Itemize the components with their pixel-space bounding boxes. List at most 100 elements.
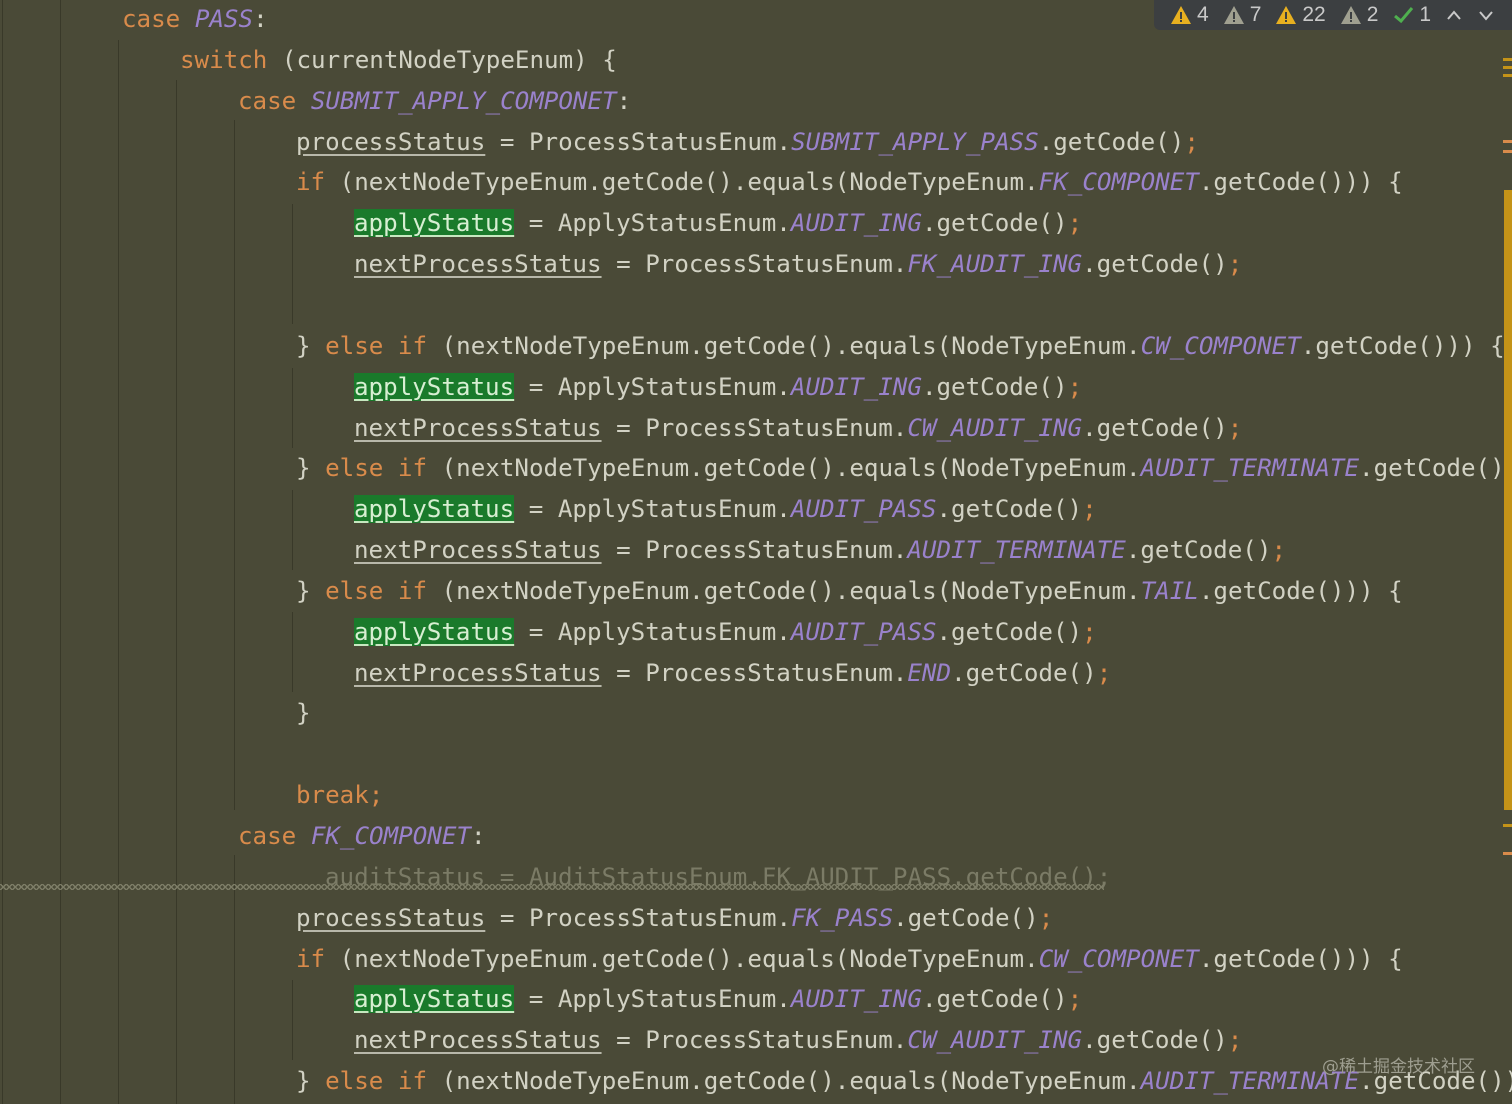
code-token: SUBMIT_APPLY_COMPONET — [310, 86, 617, 115]
code-token: = ApplyStatusEnum. — [514, 209, 791, 238]
code-line[interactable]: if (nextNodeTypeEnum.getCode().equals(No… — [296, 939, 1403, 980]
code-editor[interactable]: case PASS: switch (currentNodeTypeEnum) {… — [0, 0, 1512, 1104]
code-token: ; — [1038, 903, 1054, 932]
chevron-up-icon[interactable] — [1445, 6, 1463, 24]
code-token: = ProcessStatusEnum. — [601, 250, 908, 279]
inspection-warning[interactable]: 22 — [1275, 3, 1326, 27]
inspection-count: 4 — [1197, 3, 1209, 26]
code-line[interactable]: applyStatus = ApplyStatusEnum.AUDIT_ING.… — [354, 203, 1082, 244]
code-line[interactable]: if (nextNodeTypeEnum.getCode().equals(No… — [296, 162, 1403, 203]
code-token: : — [253, 5, 268, 33]
code-line[interactable]: processStatus = ProcessStatusEnum.FK_PAS… — [296, 898, 1053, 939]
code-token: FK_AUDIT_ING — [907, 250, 1083, 279]
code-token: TAIL — [1140, 576, 1199, 605]
code-token: } — [296, 1067, 326, 1096]
code-token: nextProcessStatus — [354, 413, 602, 442]
code-token: : — [471, 822, 486, 850]
code-line[interactable]: nextProcessStatus = ProcessStatusEnum.AU… — [354, 530, 1286, 571]
code-token: = ApplyStatusEnum. — [514, 372, 791, 401]
code-line[interactable]: break; — [296, 775, 383, 816]
code-token: SUBMIT_APPLY_PASS — [791, 127, 1039, 156]
code-line[interactable]: nextProcessStatus = ProcessStatusEnum.CW… — [354, 1020, 1242, 1061]
inspection-typo-warning[interactable]: 2 — [1340, 3, 1378, 27]
code-token: AUDIT_ING — [790, 985, 922, 1014]
code-token: nextProcessStatus — [354, 658, 602, 687]
code-token: processStatus — [296, 127, 486, 156]
code-token: applyStatus — [354, 495, 515, 524]
code-token: switch — [180, 45, 268, 74]
code-line[interactable]: } — [296, 693, 311, 734]
chevron-down-icon[interactable] — [1477, 6, 1495, 24]
code-line[interactable]: } else if (nextNodeTypeEnum.getCode().eq… — [296, 326, 1505, 367]
code-token: AUDIT_PASS — [790, 495, 937, 524]
code-token: FK_COMPONET — [1038, 168, 1199, 197]
inspection-count: 22 — [1302, 3, 1326, 26]
code-token: = ProcessStatusEnum. — [485, 127, 792, 156]
code-token: processStatus — [296, 903, 486, 932]
scrollbar-marker — [1503, 150, 1512, 153]
indent-guide — [292, 490, 293, 570]
indent-guide — [60, 0, 61, 1104]
code-token: .getCode() — [1125, 536, 1272, 565]
indent-guide — [292, 612, 293, 692]
inspection-error-warning[interactable]: 4 — [1170, 3, 1209, 27]
inspection-widget[interactable]: 4 7 22 2 1 — [1154, 0, 1512, 30]
code-line[interactable]: nextProcessStatus = ProcessStatusEnum.CW… — [354, 408, 1242, 449]
scrollbar-highlight[interactable] — [1504, 190, 1512, 810]
check-icon — [1394, 7, 1414, 24]
code-token: (currentNodeTypeEnum) { — [267, 45, 617, 74]
code-token: ; — [1227, 250, 1243, 279]
code-token: AUDIT_TERMINATE — [907, 536, 1126, 565]
code-token: (nextNodeTypeEnum.getCode().equals(NodeT… — [325, 168, 1039, 197]
code-token: .getCode() — [1082, 1026, 1228, 1055]
scrollbar-marker — [1503, 852, 1512, 855]
code-token: } — [296, 576, 326, 605]
indent-guide — [292, 204, 293, 324]
code-token: case — [238, 86, 311, 115]
code-token: = ProcessStatusEnum. — [601, 413, 908, 442]
code-token: else if — [325, 331, 428, 360]
code-token: .getCode() — [1082, 413, 1228, 442]
code-line[interactable]: switch (currentNodeTypeEnum) { — [180, 40, 617, 81]
code-token: applyStatus — [354, 209, 515, 238]
code-line[interactable]: applyStatus = ApplyStatusEnum.AUDIT_PASS… — [354, 489, 1097, 530]
code-token: case — [238, 822, 311, 850]
code-line[interactable]: processStatus = ProcessStatusEnum.SUBMIT… — [296, 122, 1199, 163]
inspection-check[interactable]: 1 — [1392, 3, 1431, 27]
code-token: .getCode())) — [1359, 454, 1512, 483]
code-token: else if — [325, 576, 428, 605]
code-token: case — [122, 5, 195, 33]
code-token: ; — [1271, 536, 1286, 565]
watermark: @稀土掘金技术社区 — [1322, 1057, 1475, 1077]
code-line[interactable]: nextProcessStatus = ProcessStatusEnum.EN… — [354, 653, 1111, 694]
inspection-weak-warning[interactable]: 7 — [1223, 3, 1262, 27]
code-line[interactable]: case PASS: — [122, 0, 268, 40]
code-line[interactable]: applyStatus = ApplyStatusEnum.AUDIT_ING.… — [354, 367, 1082, 408]
code-token: AUDIT_ING — [790, 209, 922, 238]
code-token: nextProcessStatus — [354, 536, 602, 565]
code-token: CW_COMPONET — [1140, 331, 1301, 360]
scrollbar-marker — [1503, 74, 1512, 77]
code-token: = ApplyStatusEnum. — [514, 617, 791, 646]
indent-guide — [176, 80, 177, 1104]
code-token: if — [296, 168, 326, 197]
code-token: ; — [1082, 617, 1097, 646]
code-line[interactable]: case SUBMIT_APPLY_COMPONET: — [238, 81, 631, 122]
code-line[interactable]: nextProcessStatus = ProcessStatusEnum.FK… — [354, 244, 1242, 285]
code-token: .getCode())) { — [1198, 168, 1403, 197]
code-line[interactable]: } else if (nextNodeTypeEnum.getCode().eq… — [296, 448, 1512, 489]
code-line[interactable]: applyStatus = ApplyStatusEnum.AUDIT_PASS… — [354, 612, 1097, 653]
code-token: .getCode() — [951, 658, 1097, 687]
code-token: applyStatus — [354, 985, 515, 1014]
code-line[interactable]: applyStatus = ApplyStatusEnum.AUDIT_ING.… — [354, 979, 1082, 1020]
inspection-count: 7 — [1249, 3, 1262, 26]
code-line[interactable]: case FK_COMPONET: — [238, 816, 486, 857]
code-token: .getCode())) { — [1300, 331, 1505, 360]
code-line[interactable]: auditStatus = AuditStatusEnum.FK_AUDIT_P… — [325, 857, 1111, 898]
indent-guide — [292, 368, 293, 448]
code-line[interactable]: } else if (nextNodeTypeEnum.getCode().eq… — [296, 571, 1403, 612]
code-token: CW_AUDIT_ING — [907, 1026, 1083, 1055]
weak-warning-icon — [1223, 6, 1244, 24]
code-token: = ApplyStatusEnum. — [514, 985, 791, 1014]
code-token: break; — [296, 781, 384, 810]
